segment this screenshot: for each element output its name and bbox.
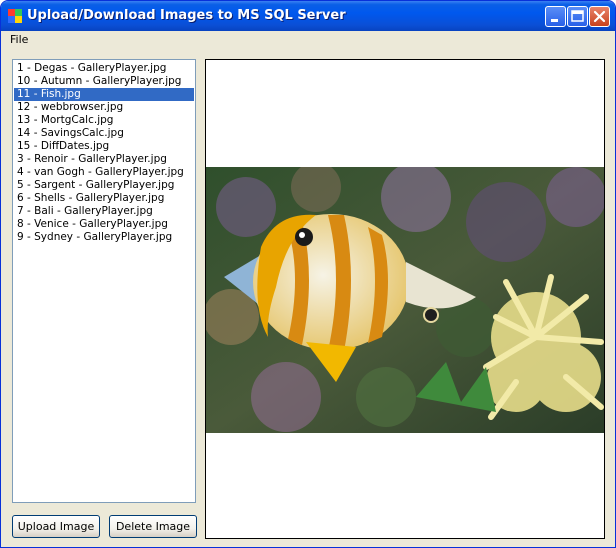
list-item[interactable]: 4 - van Gogh - GalleryPlayer.jpg (14, 166, 194, 179)
delete-image-button[interactable]: Delete Image (109, 515, 197, 538)
fish-photo (206, 167, 604, 433)
list-item[interactable]: 5 - Sargent - GalleryPlayer.jpg (14, 179, 194, 192)
list-item[interactable]: 6 - Shells - GalleryPlayer.jpg (14, 192, 194, 205)
list-item[interactable]: 8 - Venice - GalleryPlayer.jpg (14, 218, 194, 231)
list-item[interactable]: 3 - Renoir - GalleryPlayer.jpg (14, 153, 194, 166)
minimize-icon (551, 19, 558, 22)
title-bar[interactable]: Upload/Download Images to MS SQL Server (1, 1, 615, 31)
maximize-button[interactable] (567, 6, 588, 27)
app-icon (8, 9, 22, 23)
upload-image-button[interactable]: Upload Image (12, 515, 100, 538)
images-listbox[interactable]: 1 - Degas - GalleryPlayer.jpg 10 - Autumn… (12, 59, 196, 503)
close-icon (593, 10, 606, 23)
list-item[interactable]: 9 - Sydney - GalleryPlayer.jpg (14, 231, 194, 244)
window-title: Upload/Download Images to MS SQL Server (27, 8, 346, 23)
list-item[interactable]: 12 - webbrowser.jpg (14, 101, 194, 114)
list-item[interactable]: 10 - Autumn - GalleryPlayer.jpg (14, 75, 194, 88)
close-button[interactable] (589, 6, 610, 27)
list-item[interactable]: 1 - Degas - GalleryPlayer.jpg (14, 62, 194, 75)
menu-bar: File (4, 31, 612, 49)
image-preview (205, 59, 605, 539)
menu-file[interactable]: File (10, 33, 28, 46)
list-item[interactable]: 11 - Fish.jpg (14, 88, 194, 101)
minimize-button[interactable] (545, 6, 566, 27)
main-window: Upload/Download Images to MS SQL Server … (0, 0, 616, 548)
list-item[interactable]: 14 - SavingsCalc.jpg (14, 127, 194, 140)
list-item[interactable]: 15 - DiffDates.jpg (14, 140, 194, 153)
list-item[interactable]: 13 - MortgCalc.jpg (14, 114, 194, 127)
maximize-icon (571, 10, 584, 22)
list-item[interactable]: 7 - Bali - GalleryPlayer.jpg (14, 205, 194, 218)
